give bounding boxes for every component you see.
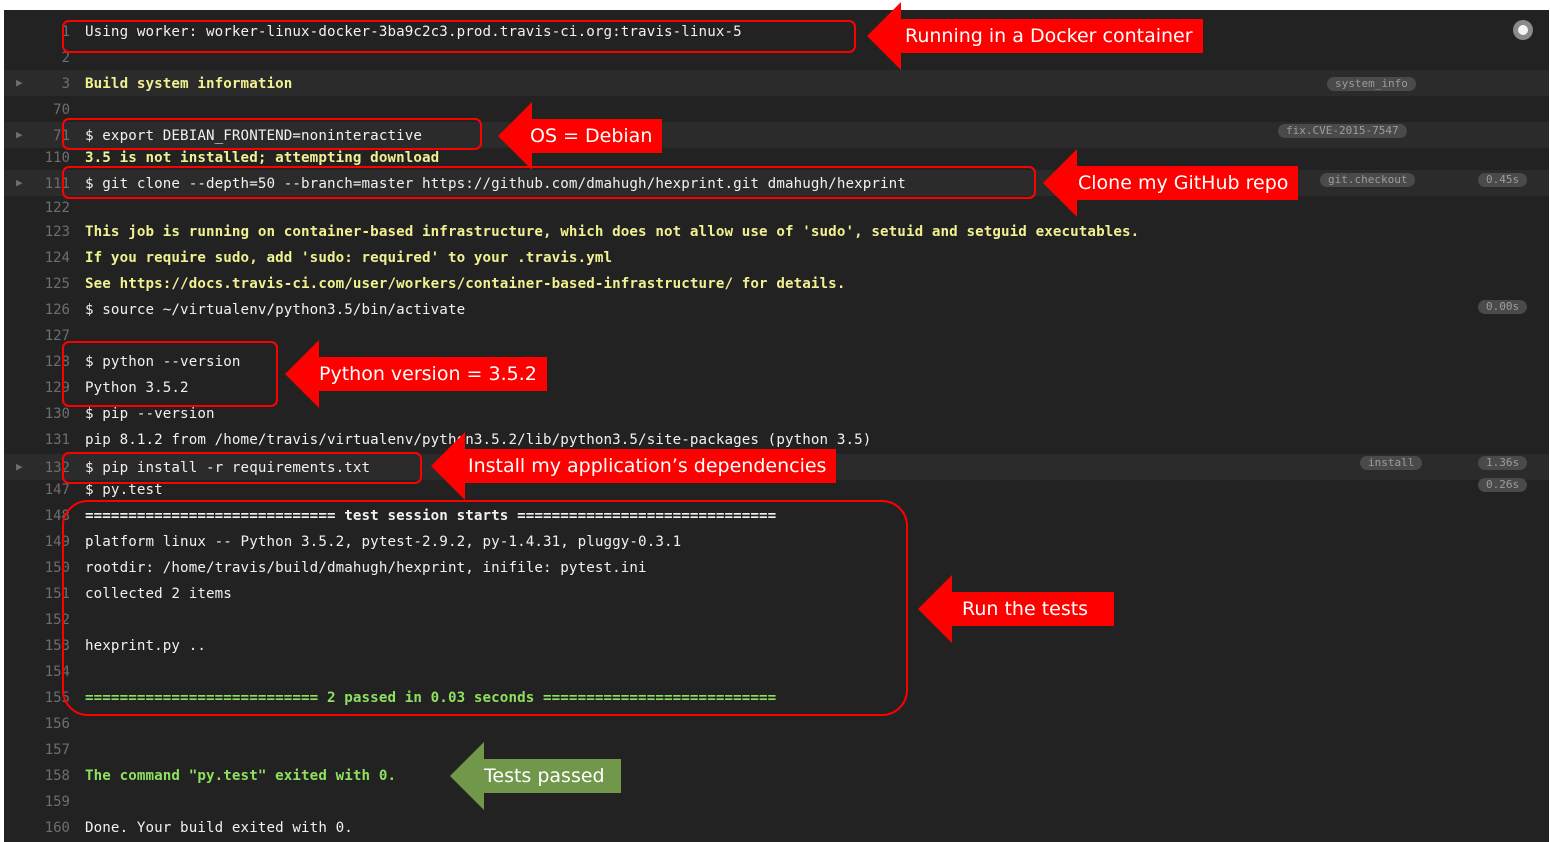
scroll-toggle-icon[interactable] [1513,20,1533,40]
callout-install-label: Install my application’s dependencies [458,449,837,483]
line-text: The command "py.test" exited with 0. [85,768,397,784]
fold-tag-fix-cve: fix.CVE-2015-7547 [1278,124,1407,138]
callout-os-label: OS = Debian [520,119,663,153]
highlight-python-version [62,341,278,407]
highlight-export-line [62,118,482,150]
log-line: 160 Done. Your build exited with 0. [4,814,1549,840]
line-text: If you require sudo, add 'sudo: required… [85,250,613,266]
fold-tag-install: install [1360,456,1423,470]
line-text: $ pip --version [85,406,215,422]
line-text: 3.5 is not installed; attempting downloa… [85,150,440,166]
line-number[interactable]: 2 [28,50,70,66]
callout-clone-label: Clone my GitHub repo [1068,166,1299,200]
line-text: pip 8.1.2 from /home/travis/virtualenv/p… [85,432,872,448]
line-number[interactable]: 158 [28,768,70,784]
line-text: This job is running on container-based i… [85,224,1140,240]
line-number[interactable]: 160 [28,820,70,836]
log-line: 159 [4,788,1549,814]
highlight-pip-install [62,452,422,484]
line-number[interactable]: 159 [28,794,70,810]
line-number[interactable]: 147 [28,482,70,498]
log-line: 124 If you require sudo, add 'sudo: requi… [4,244,1549,270]
line-number[interactable]: 122 [28,200,70,216]
line-text: $ py.test [85,482,163,498]
callout-python-label: Python version = 3.5.2 [309,357,547,391]
callout-passed-label: Tests passed [474,759,621,793]
fold-tag-git-checkout: git.checkout [1320,173,1416,187]
line-text: Done. Your build exited with 0. [85,820,353,836]
line-number[interactable]: 157 [28,742,70,758]
log-line: 123 This job is running on container-base… [4,218,1549,244]
highlight-worker-line [62,20,856,53]
callout-docker-label: Running in a Docker container [895,19,1203,53]
line-number[interactable]: 3 [28,76,70,92]
line-number[interactable]: 125 [28,276,70,292]
log-line[interactable]: ▶ 3 Build system information [4,70,1549,96]
line-number[interactable]: 70 [28,102,70,118]
log-line: 158 The command "py.test" exited with 0. [4,762,1549,788]
fold-tag-system-info: system_info [1327,77,1416,91]
log-line: 126 $ source ~/virtualenv/python3.5/bin/a… [4,296,1549,322]
line-number[interactable]: 123 [28,224,70,240]
line-number[interactable]: 124 [28,250,70,266]
timing-source: 0.00s [1478,300,1528,314]
timing-git-checkout: 0.45s [1478,173,1528,187]
log-line: 157 [4,736,1549,762]
line-number[interactable]: 131 [28,432,70,448]
callout-tests-label: Run the tests [946,592,1115,626]
line-number[interactable]: 156 [28,716,70,732]
line-number[interactable]: 110 [28,150,70,166]
log-line: 125 See https://docs.travis-ci.com/user/w… [4,270,1549,296]
timing-install: 1.36s [1478,456,1528,470]
timing-pytest: 0.26s [1478,478,1528,492]
line-text: Build system information [85,76,293,92]
highlight-test-session [62,500,908,716]
line-text: $ source ~/virtualenv/python3.5/bin/acti… [85,302,466,318]
line-number[interactable]: 130 [28,406,70,422]
highlight-git-clone-line [62,166,1036,199]
line-number[interactable]: 126 [28,302,70,318]
line-text: See https://docs.travis-ci.com/user/work… [85,276,846,292]
